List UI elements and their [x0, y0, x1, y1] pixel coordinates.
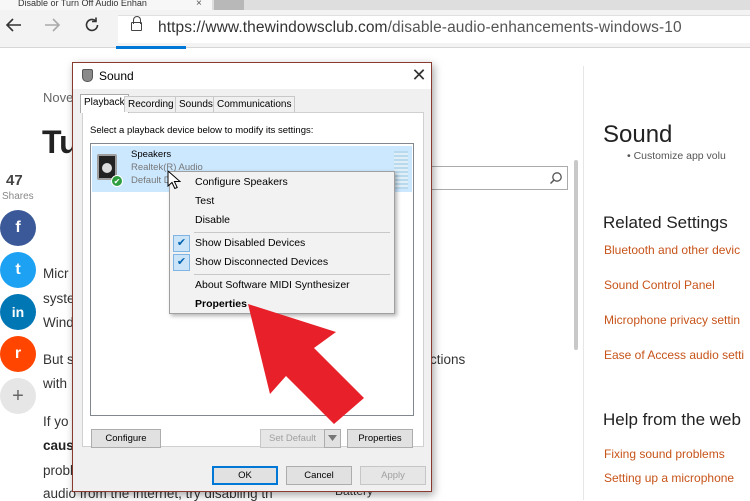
reddit-share-button[interactable]: r: [0, 336, 36, 372]
menu-item-show-disconnected[interactable]: ✔ Show Disconnected Devices: [170, 253, 394, 272]
tab-communications[interactable]: Communications: [213, 96, 296, 112]
linkedin-share-button[interactable]: in: [0, 294, 36, 330]
menu-item-label: Configure Speakers: [195, 176, 288, 188]
twitter-share-button[interactable]: t: [0, 252, 36, 288]
back-button[interactable]: [2, 16, 26, 40]
url-text[interactable]: https://www.thewindowsclub.com/disable-a…: [158, 19, 682, 37]
menu-item-disable[interactable]: Disable: [170, 211, 394, 230]
menu-separator: [194, 274, 390, 275]
arrow-left-icon: [5, 18, 21, 32]
mouse-pointer-icon: [167, 170, 181, 190]
plus-icon: +: [12, 385, 24, 407]
settings-title: Sound: [603, 121, 673, 148]
chevron-down-icon: [328, 435, 337, 441]
context-menu: Configure Speakers Test Disable ✔ Show D…: [169, 171, 395, 314]
facebook-share-button[interactable]: f: [0, 210, 36, 246]
menu-separator: [194, 232, 390, 233]
set-default-button[interactable]: Set Default: [260, 429, 325, 448]
refresh-button[interactable]: [80, 16, 104, 40]
menu-item-label: Show Disconnected Devices: [195, 256, 329, 268]
linkedin-icon: in: [11, 304, 25, 320]
article-line: If yo: [43, 414, 69, 429]
close-icon[interactable]: ✕: [409, 65, 429, 86]
page-scrollbar[interactable]: [574, 160, 578, 350]
browser-tab-title: Disable or Turn Off Audio Enhan: [18, 0, 147, 8]
default-check-icon: ✔: [111, 175, 123, 187]
properties-button[interactable]: Properties: [347, 429, 413, 448]
reddit-icon: r: [14, 345, 22, 362]
configure-button[interactable]: Configure: [91, 429, 161, 448]
check-icon: ✔: [173, 254, 190, 271]
customize-app-volume-label: Customize app volu: [633, 150, 726, 162]
help-heading: Help from the web: [603, 410, 741, 429]
menu-item-label: Disable: [195, 214, 231, 226]
menu-item-about-midi[interactable]: About Software MIDI Synthesizer: [170, 276, 394, 295]
microphone-privacy-link[interactable]: Microphone privacy settin: [604, 313, 740, 327]
search-icon: [549, 172, 562, 185]
check-icon: ✔: [173, 235, 190, 252]
related-settings-heading: Related Settings: [603, 213, 728, 232]
article-line: But s: [43, 352, 74, 367]
cancel-button[interactable]: Cancel: [286, 466, 352, 485]
lock-icon[interactable]: [131, 16, 142, 31]
set-default-dropdown[interactable]: [324, 429, 341, 448]
tab-sounds[interactable]: Sounds: [175, 96, 217, 112]
speaker-icon: [82, 69, 93, 82]
customize-app-volume-link[interactable]: • Customize app volu: [627, 150, 726, 162]
settings-search-input[interactable]: [428, 166, 568, 190]
tab-recording[interactable]: Recording: [124, 96, 178, 112]
article-date: Nove: [43, 90, 74, 105]
menu-item-test[interactable]: Test: [170, 192, 394, 211]
shares-count: 47: [6, 172, 23, 189]
more-share-button[interactable]: +: [0, 378, 36, 414]
forward-button[interactable]: [40, 16, 64, 40]
dialog-title: Sound: [99, 69, 134, 83]
article-line: Wind: [43, 315, 74, 330]
new-tab-area[interactable]: [214, 0, 244, 10]
ok-button[interactable]: OK: [212, 466, 278, 485]
article-bold-line: caus: [43, 438, 74, 453]
sound-control-panel-link[interactable]: Sound Control Panel: [604, 278, 715, 292]
volume-meter: [394, 151, 408, 189]
twitter-icon: t: [15, 261, 21, 278]
apply-button[interactable]: Apply: [360, 466, 426, 485]
menu-item-configure-speakers[interactable]: Configure Speakers: [170, 173, 394, 192]
url-path: /disable-audio-enhancements-windows-10: [387, 19, 682, 36]
article-line: probl: [43, 463, 74, 478]
facebook-icon: f: [15, 219, 21, 236]
dot-icon: •: [627, 150, 634, 162]
setting-up-microphone-link[interactable]: Setting up a microphone: [604, 471, 734, 485]
browser-tab[interactable]: Disable or Turn Off Audio Enhan: [0, 0, 212, 10]
refresh-icon: [85, 17, 99, 32]
shares-label: Shares: [2, 191, 34, 202]
tab-playback[interactable]: Playback: [80, 94, 129, 113]
close-tab-icon[interactable]: ×: [196, 0, 202, 9]
arrow-right-icon: [45, 18, 61, 32]
menu-item-label: About Software MIDI Synthesizer: [195, 279, 350, 291]
menu-item-show-disabled[interactable]: ✔ Show Disabled Devices: [170, 234, 394, 253]
red-annotation-arrow-icon: [248, 304, 364, 424]
device-name: Speakers: [131, 149, 172, 160]
fixing-sound-link[interactable]: Fixing sound problems: [604, 447, 725, 461]
article-line: ctions: [430, 352, 466, 367]
instruction-text: Select a playback device below to modify…: [90, 125, 314, 136]
bluetooth-link[interactable]: Bluetooth and other devic: [604, 243, 740, 257]
menu-item-label: Test: [195, 195, 215, 207]
article-line: syste: [43, 291, 75, 306]
url-host: https://www.thewindowsclub.com: [158, 19, 388, 36]
ease-of-access-audio-link[interactable]: Ease of Access audio setti: [604, 348, 744, 362]
menu-item-label: Show Disabled Devices: [195, 237, 306, 249]
article-line: with: [43, 376, 68, 391]
article-line: Micr: [43, 266, 69, 281]
